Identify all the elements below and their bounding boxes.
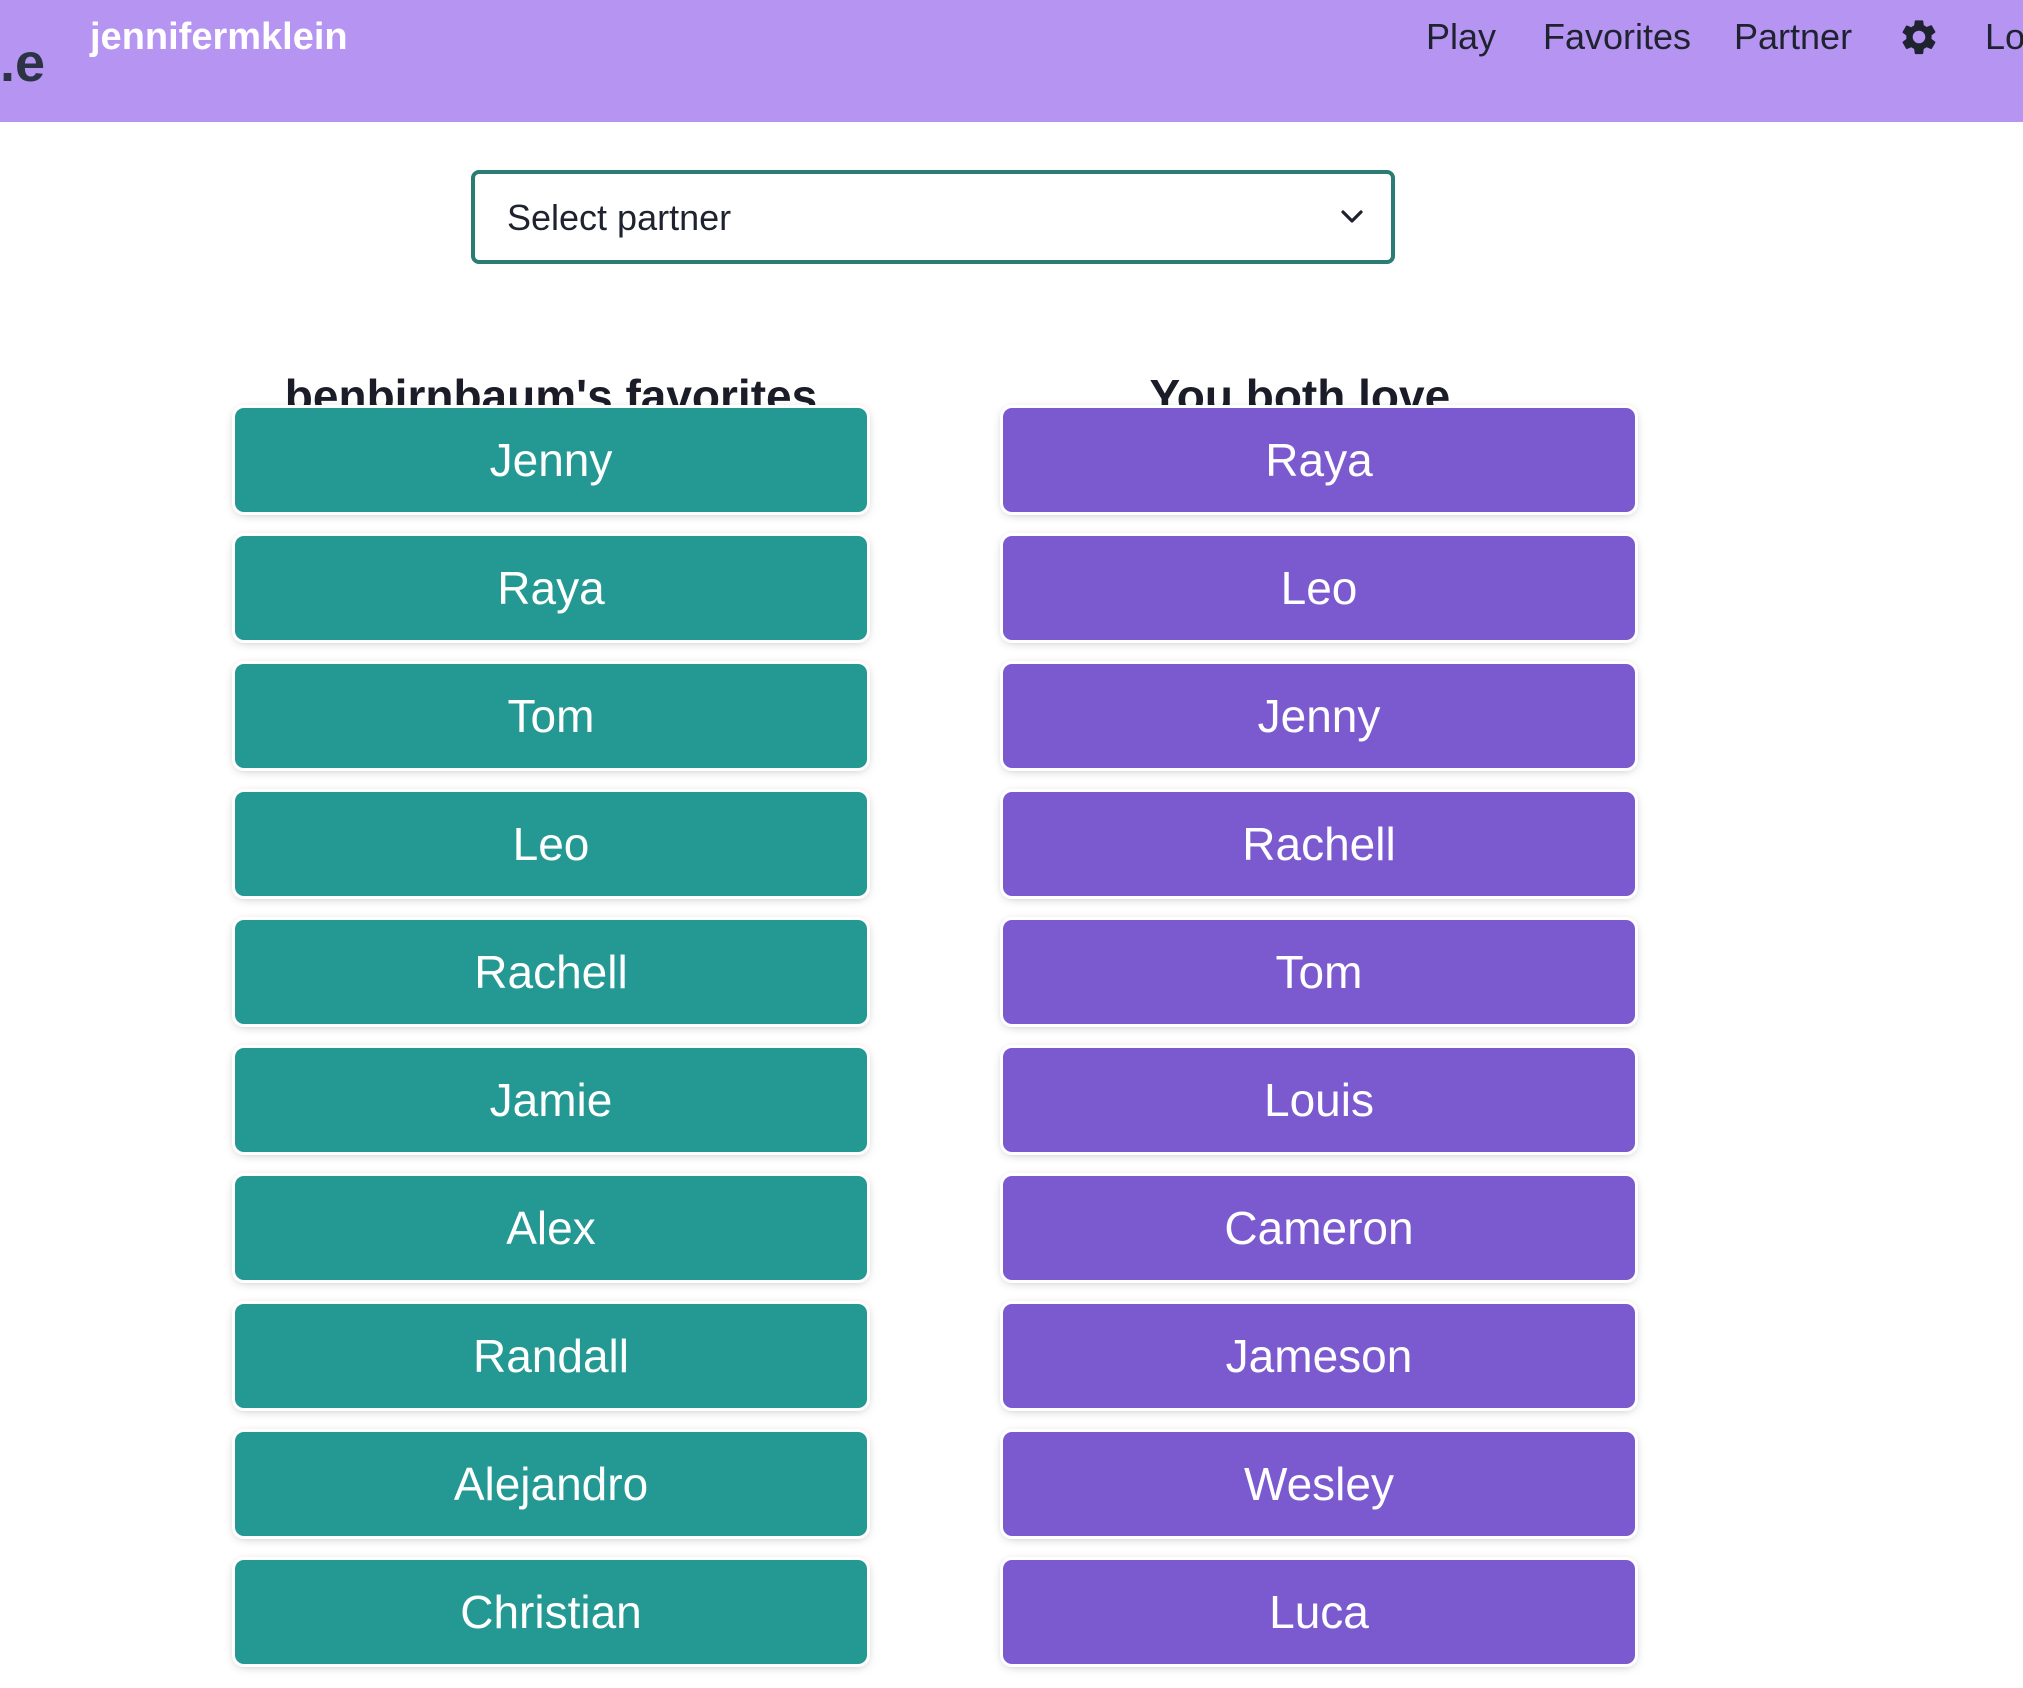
mutual-favorite-name-button[interactable]: Tom bbox=[1003, 920, 1635, 1024]
mutual-favorite-name-button[interactable]: Raya bbox=[1003, 408, 1635, 512]
partner-favorite-name-button[interactable]: Raya bbox=[235, 536, 867, 640]
partner-favorite-name-button[interactable]: Alejandro bbox=[235, 1432, 867, 1536]
partner-select[interactable]: Select partner bbox=[471, 170, 1395, 264]
mutual-favorite-name-button[interactable]: Louis bbox=[1003, 1048, 1635, 1152]
mutual-favorite-name-button[interactable]: Rachell bbox=[1003, 792, 1635, 896]
partner-favorite-name-button[interactable]: Jenny bbox=[235, 408, 867, 512]
partner-favorite-name-button[interactable]: Tom bbox=[235, 664, 867, 768]
partner-select-value: Select partner bbox=[507, 197, 732, 238]
mutual-favorite-name-button[interactable]: Jameson bbox=[1003, 1304, 1635, 1408]
partner-favorite-name-button[interactable]: Jamie bbox=[235, 1048, 867, 1152]
nav-link-favorites[interactable]: Favorites bbox=[1543, 14, 1691, 60]
top-navbar: .e jennifermklein Play Favorites Partner… bbox=[0, 0, 2023, 122]
mutual-favorite-name-button[interactable]: Wesley bbox=[1003, 1432, 1635, 1536]
partner-favorite-name-button[interactable]: Christian bbox=[235, 1560, 867, 1664]
nav-link-partner[interactable]: Partner bbox=[1734, 14, 1852, 60]
nav-link-logout-partial[interactable]: Lo bbox=[1985, 14, 2023, 60]
mutual-favorite-name-button[interactable]: Luca bbox=[1003, 1560, 1635, 1664]
nav-link-play[interactable]: Play bbox=[1426, 14, 1496, 60]
mutual-favorite-name-button[interactable]: Cameron bbox=[1003, 1176, 1635, 1280]
mutual-favorite-name-button[interactable]: Leo bbox=[1003, 536, 1635, 640]
mutual-favorites-list: Raya Leo Jenny Rachell Tom Louis Cameron… bbox=[1003, 408, 1635, 1688]
partner-favorite-name-button[interactable]: Randall bbox=[235, 1304, 867, 1408]
chevron-down-icon bbox=[1341, 210, 1363, 223]
gear-icon[interactable] bbox=[1898, 16, 1940, 58]
partner-favorite-name-button[interactable]: Alex bbox=[235, 1176, 867, 1280]
partner-favorite-name-button[interactable]: Rachell bbox=[235, 920, 867, 1024]
username-label: jennifermklein bbox=[90, 16, 348, 58]
brand-logo-partial[interactable]: .e bbox=[0, 30, 45, 96]
partner-favorites-list: Jenny Raya Tom Leo Rachell Jamie Alex Ra… bbox=[235, 408, 867, 1688]
partner-favorite-name-button[interactable]: Leo bbox=[235, 792, 867, 896]
mutual-favorite-name-button[interactable]: Jenny bbox=[1003, 664, 1635, 768]
